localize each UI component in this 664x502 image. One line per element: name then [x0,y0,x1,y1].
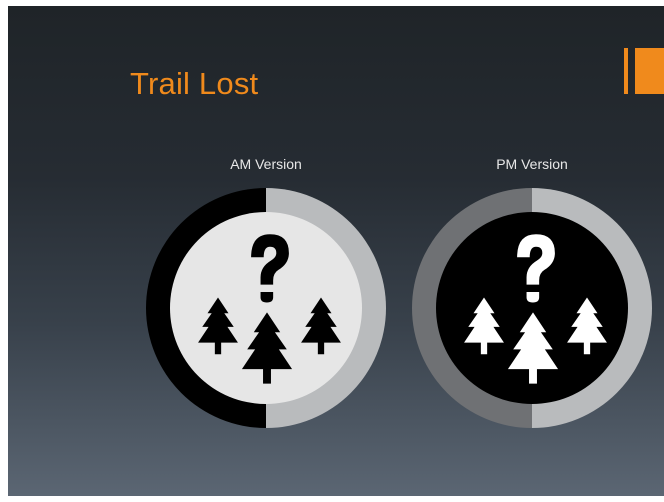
accent-bar-thin [624,48,628,94]
pm-trail-lost-icon [412,188,652,428]
pm-version-label: PM Version [496,156,568,172]
accent-bar [624,48,664,94]
accent-bar-thick [635,48,664,94]
am-version-label: AM Version [230,156,302,172]
presentation-slide: Trail Lost AM Version PM Version [8,6,664,496]
am-trail-lost-icon [146,188,386,428]
slide-title: Trail Lost [130,66,259,101]
